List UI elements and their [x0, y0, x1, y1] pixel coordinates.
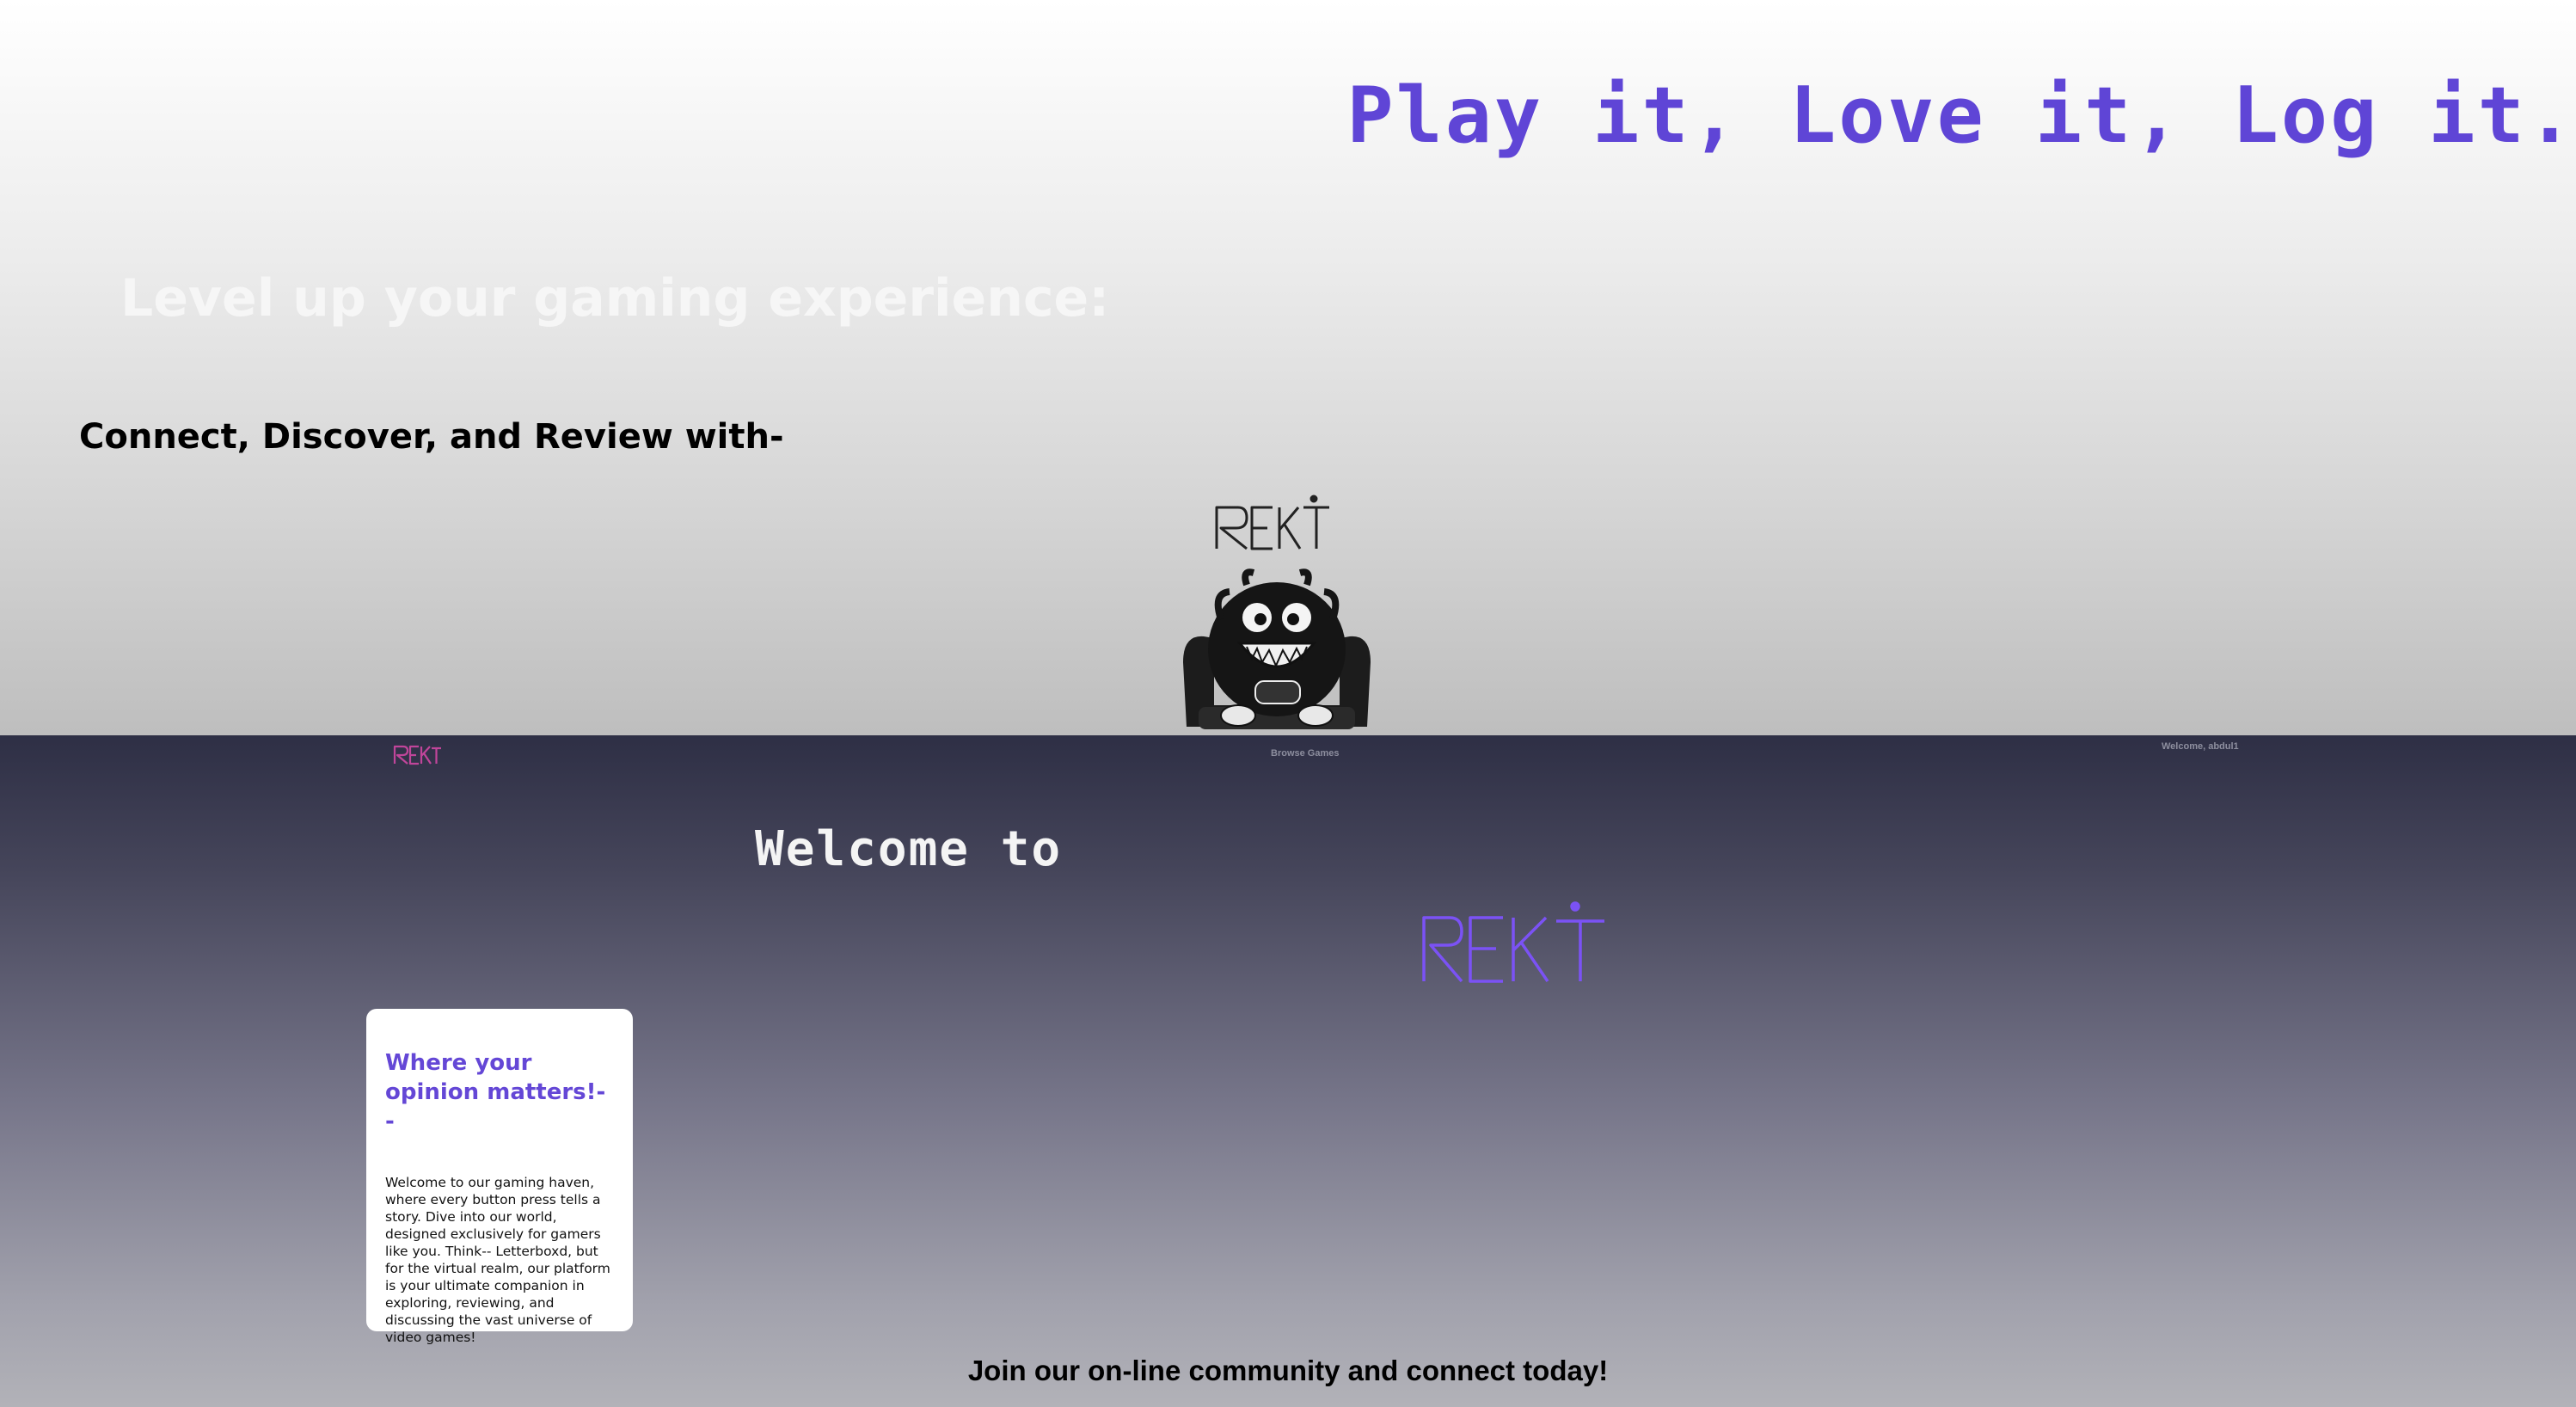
- mascot-rekt-logo: [1215, 495, 1329, 550]
- join-community-text: Join our on-line community and connect t…: [967, 1355, 1609, 1386]
- hero-section: Play it, Love it, Log it. Level up your …: [0, 0, 2576, 735]
- card-title: Where your opinion matters!--: [385, 1050, 606, 1134]
- hero-tagline: Play it, Love it, Log it.: [1346, 71, 2576, 161]
- card-body-text: Welcome to our gaming haven, where every…: [385, 1175, 610, 1345]
- nav-browse-games-link[interactable]: Browse Games: [1271, 748, 1339, 759]
- monster-gamer-mascot-icon: [1183, 495, 1371, 729]
- nav-welcome-user[interactable]: Welcome, abdul1: [2162, 741, 2239, 752]
- hero-level-up-heading: Level up your gaming experience:: [120, 268, 1110, 329]
- nav-rekt-logo[interactable]: [392, 743, 442, 765]
- rekt-neon-logo: [1422, 901, 1604, 983]
- main-section: Browse Games Welcome, abdul1 Welcome to …: [0, 735, 2576, 1407]
- hero-connect-subheading: Connect, Discover, and Review with-: [79, 417, 784, 457]
- intro-card: Where your opinion matters!-- Welcome to…: [366, 1009, 633, 1345]
- welcome-heading: Welcome to: [755, 821, 1063, 877]
